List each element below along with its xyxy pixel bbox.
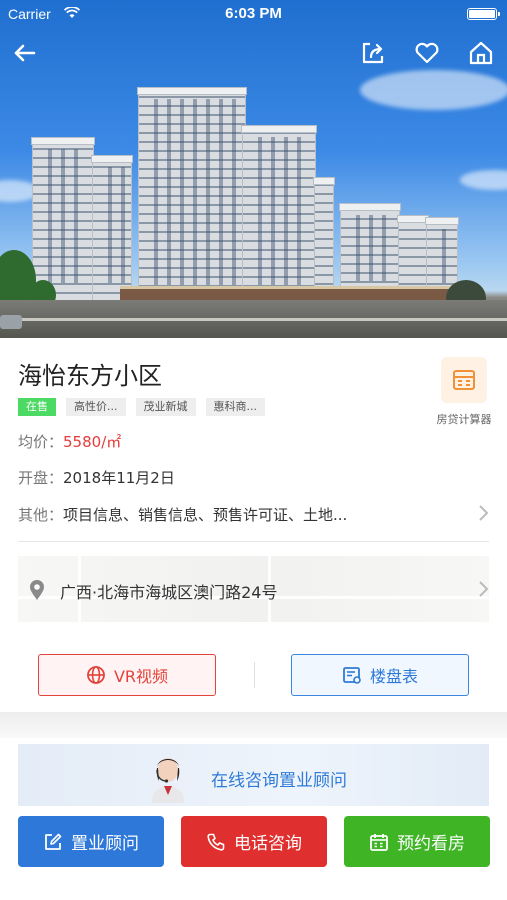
other-info-row[interactable]: 其他：项目信息、销售信息、预售许可证、土地... xyxy=(18,504,489,525)
chevron-right-icon[interactable] xyxy=(477,580,489,598)
phone-consult-button[interactable]: 电话咨询 xyxy=(181,816,327,867)
section-separator xyxy=(0,712,507,738)
building xyxy=(91,155,133,302)
battery-icon xyxy=(467,8,500,20)
building xyxy=(241,125,317,304)
location-pin-icon xyxy=(30,580,44,600)
building xyxy=(313,177,335,302)
book-viewing-label: 预约看房 xyxy=(397,834,465,854)
share-icon[interactable] xyxy=(358,38,388,68)
status-bar: Carrier 6:03 PM xyxy=(0,0,507,28)
tag-on-sale: 在售 xyxy=(18,398,56,416)
mortgage-calculator-button[interactable]: 房贷计算器 xyxy=(432,357,496,427)
car xyxy=(0,315,22,329)
opening-label: 开盘： xyxy=(18,469,64,487)
online-consult-text[interactable]: 在线咨询置业顾问 xyxy=(211,766,347,791)
edit-icon xyxy=(45,833,62,850)
opening-value: 2018年11月2日 xyxy=(63,469,175,487)
address-text[interactable]: 广西·北海市海城区澳门路24号 xyxy=(60,579,277,603)
building-table-button[interactable]: 楼盘表 xyxy=(291,654,469,696)
phone-consult-label: 电话咨询 xyxy=(234,834,302,854)
vr-video-button[interactable]: VR视频 xyxy=(38,654,216,696)
price-row: 均价：5580/㎡ xyxy=(18,431,121,452)
chevron-right-icon[interactable] xyxy=(477,504,489,522)
tag: 惠科商... xyxy=(205,398,265,416)
opening-row: 开盘：2018年11月2日 xyxy=(18,467,175,488)
building xyxy=(31,137,95,302)
phone-icon xyxy=(207,833,225,851)
property-name: 海怡东方小区 xyxy=(18,362,162,390)
other-label: 其他： xyxy=(18,506,64,524)
heart-icon[interactable] xyxy=(412,38,442,68)
advisor-button[interactable]: 置业顾问 xyxy=(18,816,164,867)
building-table-icon xyxy=(343,667,361,684)
advisor-avatar xyxy=(152,758,184,803)
clock: 6:03 PM xyxy=(225,5,282,22)
globe-icon xyxy=(87,666,105,684)
price-value: 5580/㎡ xyxy=(63,433,122,451)
building xyxy=(137,87,247,304)
tag: 高性价... xyxy=(66,398,126,416)
book-viewing-button[interactable]: 预约看房 xyxy=(344,816,490,867)
cloud xyxy=(460,170,507,190)
building-table-label: 楼盘表 xyxy=(369,667,418,686)
divider xyxy=(254,662,255,688)
price-label: 均价： xyxy=(18,433,64,451)
calculator-icon xyxy=(441,357,487,403)
tag: 茂业新城 xyxy=(135,398,196,416)
road-marking xyxy=(0,318,507,321)
vr-video-label: VR视频 xyxy=(113,667,169,686)
advisor-label: 置业顾问 xyxy=(71,834,139,854)
other-value: 项目信息、销售信息、预售许可证、土地... xyxy=(63,506,348,524)
back-arrow-icon[interactable] xyxy=(10,38,40,68)
cloud xyxy=(360,70,507,110)
home-icon[interactable] xyxy=(466,38,496,68)
divider xyxy=(18,541,489,542)
calculator-label: 房贷计算器 xyxy=(436,413,492,426)
calendar-icon xyxy=(370,833,388,851)
tag-list: 在售 高性价... 茂业新城 惠科商... xyxy=(18,398,265,416)
